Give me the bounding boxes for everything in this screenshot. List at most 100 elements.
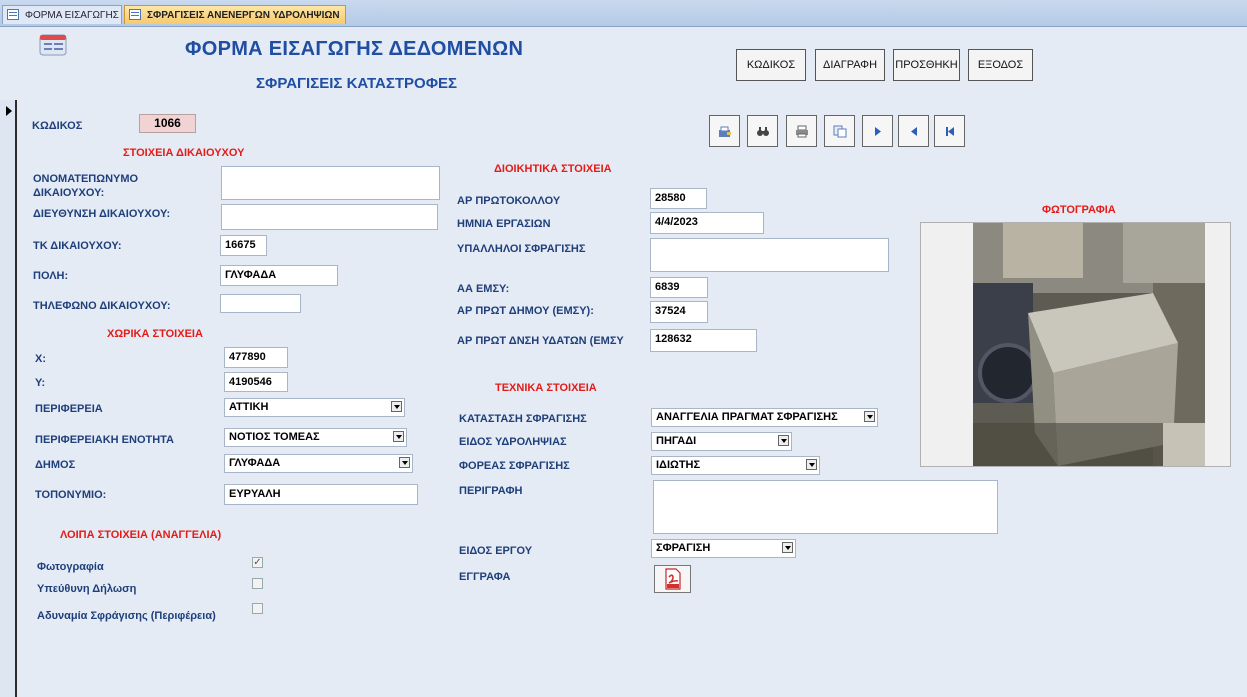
city-label: ΠΟΛΗ: — [33, 270, 69, 282]
add-button-label: ΠΡΟΣΘΗΚΗ — [895, 59, 958, 71]
water-protocol-field[interactable]: 128632 — [650, 329, 757, 352]
region-label: ΠΕΡΙΦΕΡΕΙΑ — [35, 403, 103, 415]
tab-sealings-form[interactable]: ΣΦΡΑΓΙΣΕΙΣ ΑΝΕΝΕΡΓΩΝ ΥΔΡΟΛΗΨΙΩΝ — [124, 5, 346, 24]
protocol-label: ΑΡ ΠΡΩΤΟΚΟΛΛΟΥ — [457, 195, 561, 207]
photo-section-title: ΦΩΤΟΓΡΑΦΙΑ — [1042, 204, 1116, 216]
tab-entry-form[interactable]: ΦΟΡΜΑ ΕΙΣΑΓΩΓΗΣ — [2, 5, 122, 24]
next-record-icon — [875, 127, 881, 136]
y-coordinate-field[interactable]: 4190546 — [224, 372, 288, 392]
protocol-field[interactable]: 28580 — [650, 188, 707, 209]
region-combo-value: ΑΤΤΙΚΗ — [229, 401, 269, 413]
work-type-combo-value: ΣΦΡΑΓΙΣΗ — [656, 542, 711, 554]
work-type-combo[interactable]: ΣΦΡΑΓΙΣΗ — [651, 539, 796, 558]
code-button-label: ΚΩΔΙΚΟΣ — [746, 59, 796, 71]
copy-record-button[interactable] — [824, 115, 855, 147]
phone-field[interactable] — [220, 294, 301, 313]
page-title: ΦΟΡΜΑ ΕΙΣΑΓΩΓΗΣ ΔΕΔΟΜΕΝΩΝ — [185, 38, 524, 60]
chevron-down-icon[interactable] — [806, 459, 817, 470]
water-intake-type-combo[interactable]: ΠΗΓΑΔΙ — [651, 432, 792, 451]
declaration-checkbox[interactable] — [252, 578, 263, 589]
water-protocol-label: ΑΡ ΠΡΩΤ ΔΝΣΗ ΥΔΑΤΩΝ (ΕΜΣΥ — [457, 335, 624, 347]
sealing-agency-label: ΦΟΡΕΑΣ ΣΦΡΑΓΙΣΗΣ — [459, 460, 570, 472]
x-coordinate-field[interactable]: 477890 — [224, 347, 288, 368]
municipality-label: ΔΗΜΟΣ — [35, 459, 76, 471]
address-field[interactable] — [221, 204, 438, 230]
chevron-down-icon[interactable] — [391, 401, 402, 412]
documents-button[interactable] — [654, 565, 691, 593]
form-icon — [129, 9, 141, 20]
address-label: ΔΙΕΥΘΥΝΣΗ ΔΙΚΑΙΟΥΧΟΥ: — [33, 208, 171, 220]
postcode-label: ΤΚ ΔΙΚΑΙΟΥΧΟΥ: — [33, 240, 122, 252]
region-combo[interactable]: ΑΤΤΙΚΗ — [224, 398, 405, 417]
staff-field[interactable] — [650, 238, 889, 272]
spatial-section-title: ΧΩΡΙΚΑ ΣΤΟΙΧΕΙΑ — [107, 328, 203, 340]
document-tab-bar: ΦΟΡΜΑ ΕΙΣΑΓΩΓΗΣ ΣΦΡΑΓΙΣΕΙΣ ΑΝΕΝΕΡΓΩΝ ΥΔΡ… — [0, 0, 1247, 27]
find-button[interactable] — [747, 115, 778, 147]
sealing-status-combo[interactable]: ΑΝΑΓΓΕΛΙΑ ΠΡΑΓΜΑΤ ΣΦΡΑΓΙΣΗΣ — [651, 408, 878, 427]
sealing-agency-combo[interactable]: ΙΔΙΩΤΗΣ — [651, 456, 820, 475]
aa-field[interactable]: 6839 — [650, 277, 708, 298]
other-section-title: ΛΟΙΠΑ ΣΤΟΙΧΕΙΑ (ΑΝΑΓΓΕΛΙΑ) — [60, 529, 222, 541]
sealing-status-combo-value: ΑΝΑΓΓΕΛΙΑ ΠΡΑΓΜΑΤ ΣΦΡΑΓΙΣΗΣ — [656, 411, 838, 423]
next-record-button[interactable] — [862, 115, 893, 147]
place-name-field[interactable]: ΕΥΡΥΑΛΗ — [224, 484, 418, 505]
municipal-protocol-label: ΑΡ ΠΡΩΤ ΔΗΜΟΥ (ΕΜΣΥ): — [457, 305, 594, 317]
record-selector[interactable] — [0, 100, 17, 697]
chevron-down-icon[interactable] — [399, 457, 410, 468]
inability-checkbox[interactable] — [252, 603, 263, 614]
add-button[interactable]: ΠΡΟΣΘΗΚΗ — [893, 49, 960, 81]
city-field[interactable]: ΓΛΥΦΑΔΑ — [220, 265, 338, 286]
municipal-protocol-field[interactable]: 37524 — [650, 301, 708, 323]
tab-entry-form-label: ΦΟΡΜΑ ΕΙΣΑΓΩΓΗΣ — [25, 10, 119, 21]
admin-section-title: ΔΙΟΙΚΗΤΙΚΑ ΣΤΟΙΧΕΙΑ — [494, 163, 612, 175]
municipality-combo[interactable]: ΓΛΥΦΑΔΑ — [224, 454, 413, 473]
pdf-icon — [665, 568, 681, 590]
site-photo — [973, 223, 1205, 466]
current-record-arrow-icon — [6, 106, 12, 116]
name-field[interactable] — [221, 166, 440, 200]
chevron-down-icon[interactable] — [393, 431, 404, 442]
declaration-checkbox-label: Υπεύθυνη Δήλωση — [37, 583, 137, 595]
form-icon — [7, 9, 19, 20]
regional-unit-label: ΠΕΡΙΦΕΡΕΙΑΚΗ ΕΝΟΤΗΤΑ — [35, 434, 175, 446]
exit-button[interactable]: ΕΞΟΔΟΣ — [968, 49, 1033, 81]
delete-button[interactable]: ΔΙΑΓΡΑΦΗ — [815, 49, 885, 81]
y-label: Y: — [35, 377, 46, 389]
photo-checkbox-label: Φωτογραφία — [37, 561, 104, 573]
regional-unit-combo[interactable]: ΝΟΤΙΟΣ ΤΟΜΕΑΣ — [224, 428, 407, 447]
print-icon — [796, 125, 808, 138]
save-record-button[interactable] — [709, 115, 740, 147]
delete-button-label: ΔΙΑΓΡΑΦΗ — [822, 59, 878, 71]
code-button[interactable]: ΚΩΔΙΚΟΣ — [736, 49, 806, 81]
record-code-field: 1066 — [139, 114, 196, 133]
save-record-icon — [719, 126, 731, 137]
description-label: ΠΕΡΙΓΡΑΦΗ — [459, 485, 523, 497]
water-intake-type-combo-value: ΠΗΓΑΔΙ — [656, 435, 697, 447]
phone-label: ΤΗΛΕΦΩΝΟ ΔΙΚΑΙΟΥΧΟΥ: — [33, 300, 171, 312]
chevron-down-icon[interactable] — [864, 411, 875, 422]
previous-record-button[interactable] — [898, 115, 929, 147]
work-type-label: ΕΙΔΟΣ ΕΡΓΟΥ — [459, 545, 533, 557]
postcode-field[interactable]: 16675 — [220, 235, 267, 256]
place-name-label: ΤΟΠΟΝΥΜΙΟ: — [35, 489, 107, 501]
beneficiary-section-title: ΣΤΟΙΧΕΙΑ ΔΙΚΑΙΟΥΧΟΥ — [123, 147, 245, 159]
photo-checkbox[interactable]: ✓ — [252, 557, 263, 568]
first-record-button[interactable] — [934, 115, 965, 147]
regional-unit-combo-value: ΝΟΤΙΟΣ ΤΟΜΕΑΣ — [229, 431, 320, 443]
technical-section-title: ΤΕΧΝΙΚΑ ΣΤΟΙΧΕΙΑ — [495, 382, 597, 394]
staff-label: ΥΠΑΛΛΗΛΟΙ ΣΦΡΑΓΙΣΗΣ — [457, 243, 586, 255]
work-date-field[interactable]: 4/4/2023 — [650, 212, 764, 234]
print-button[interactable] — [786, 115, 817, 147]
name-label: ΟΝΟΜΑΤΕΠΩΝΥΜΟ ΔΙΚΑΙΟΥΧΟΥ: — [33, 173, 139, 199]
chevron-down-icon[interactable] — [782, 542, 793, 553]
photo-frame — [920, 222, 1231, 467]
water-intake-type-label: ΕΙΔΟΣ ΥΔΡΟΛΗΨΙΑΣ — [459, 436, 567, 448]
sealing-agency-combo-value: ΙΔΙΩΤΗΣ — [656, 459, 701, 471]
first-record-icon — [946, 127, 954, 136]
work-date-label: ΗΜΝΙΑ ΕΡΓΑΣΙΩΝ — [457, 218, 551, 230]
chevron-down-icon[interactable] — [778, 435, 789, 446]
sealing-status-label: ΚΑΤΑΣΤΑΣΗ ΣΦΡΑΓΙΣΗΣ — [459, 413, 587, 425]
aa-label: ΑΑ ΕΜΣΥ: — [457, 283, 510, 295]
inability-checkbox-label: Αδυναμία Σφράγισης (Περιφέρεια) — [37, 610, 216, 622]
description-field[interactable] — [653, 480, 998, 534]
